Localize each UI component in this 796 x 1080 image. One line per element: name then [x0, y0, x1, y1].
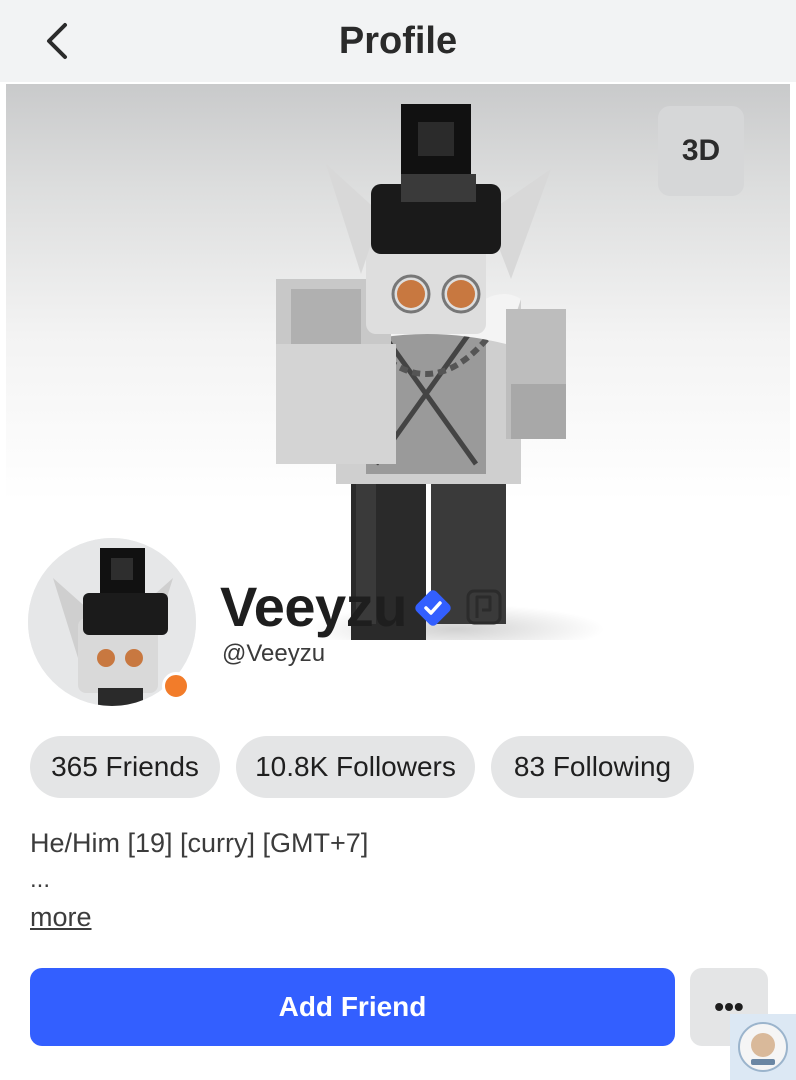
bio-text: He/Him [19] [curry] [GMT+7]	[30, 828, 369, 858]
followers-count-button[interactable]: 10.8K Followers	[236, 736, 475, 798]
top-bar: Profile	[0, 0, 796, 82]
following-count-button[interactable]: 83 Following	[491, 736, 694, 798]
watermark-logo	[730, 1014, 796, 1080]
verified-badge-icon	[415, 590, 451, 626]
bio-more-link[interactable]: more	[30, 902, 92, 933]
add-friend-button[interactable]: Add Friend	[30, 968, 675, 1046]
premium-icon	[466, 589, 502, 625]
username: @Veeyzu	[222, 640, 326, 667]
followers-count-label: 10.8K Followers	[255, 751, 456, 782]
add-friend-label: Add Friend	[278, 991, 427, 1022]
following-count-label: 83 Following	[513, 751, 672, 782]
display-name: Veeyzu	[220, 575, 407, 638]
presence-indicator	[162, 672, 190, 700]
bio-ellipsis: ...	[30, 866, 51, 893]
watermark-icon	[738, 1022, 788, 1072]
page-title: Profile	[338, 20, 458, 62]
friends-count-button[interactable]: 365 Friends	[30, 736, 220, 798]
friends-count-label: 365 Friends	[51, 751, 199, 782]
view-3d-button[interactable]: 3D	[658, 106, 744, 196]
